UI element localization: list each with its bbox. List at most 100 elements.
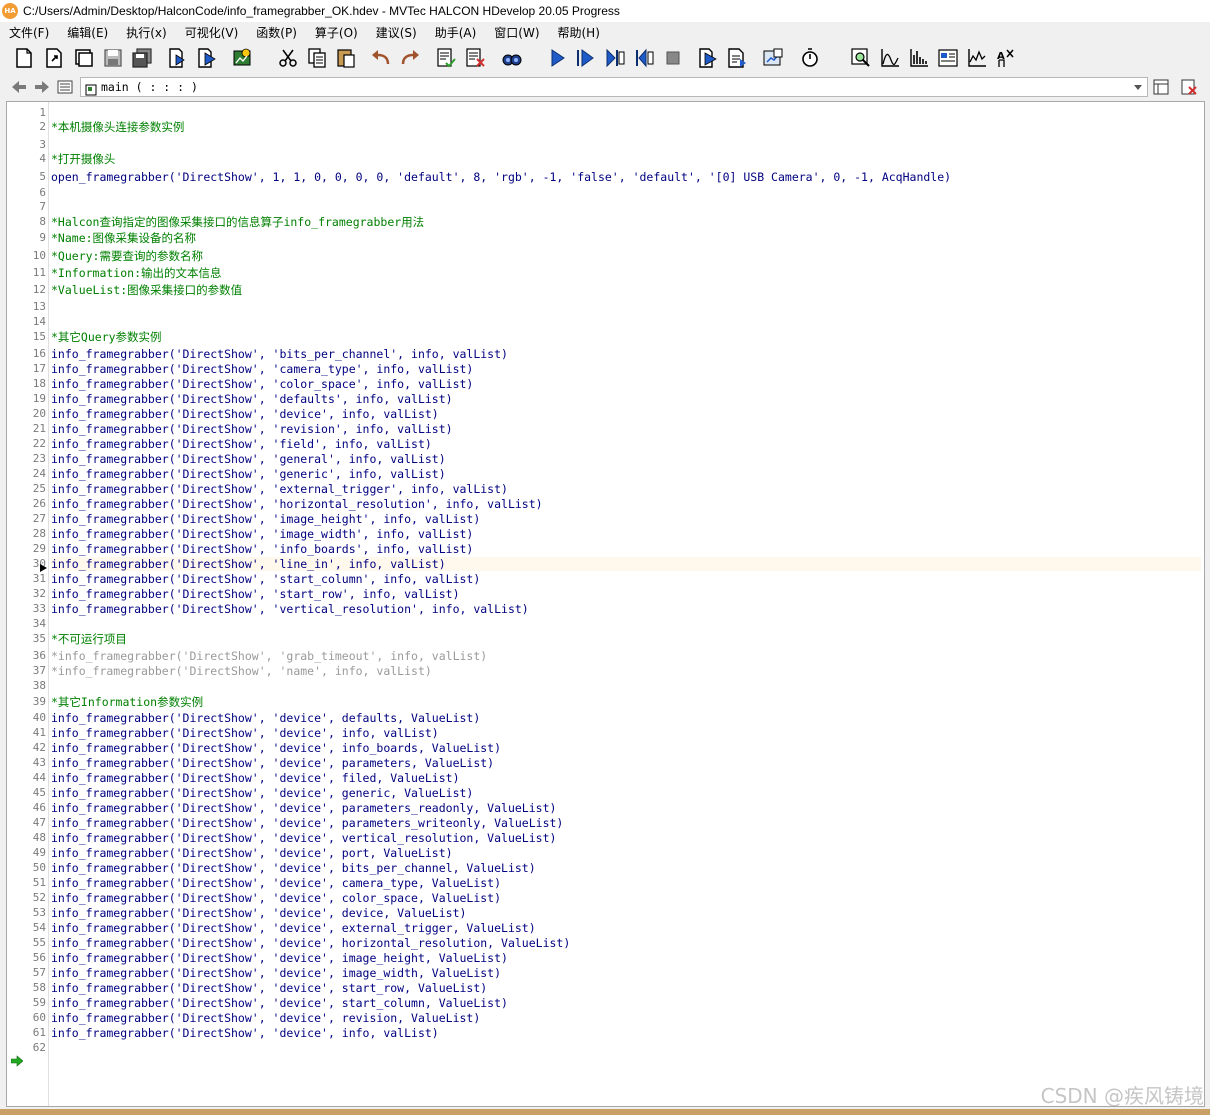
code-line[interactable]: info_framegrabber('DirectShow', 'default… xyxy=(51,392,453,406)
code-line[interactable]: info_framegrabber('DirectShow', 'image_h… xyxy=(51,512,480,526)
code-line[interactable]: info_framegrabber('DirectShow', 'device'… xyxy=(51,771,460,785)
gray-histogram-icon[interactable] xyxy=(878,47,902,69)
code-line[interactable]: info_framegrabber('DirectShow', 'vertica… xyxy=(51,602,529,616)
code-line[interactable]: info_framegrabber('DirectShow', 'device'… xyxy=(51,711,480,725)
code-line[interactable]: info_framegrabber('DirectShow', 'bits_pe… xyxy=(51,347,508,361)
code-line[interactable]: info_framegrabber('DirectShow', 'device'… xyxy=(51,816,563,830)
comment-line[interactable]: *Halcon查询指定的图像采集接口的信息算子info_framegrabber… xyxy=(51,215,424,229)
program-editor[interactable]: 1 2 3 4 5 6 7 8 9 10 11 12 13 14 15 16 17 18 19 20 21 22 23 24 2… xyxy=(6,101,1205,1107)
code-line[interactable]: info_framegrabber('DirectShow', 'device'… xyxy=(51,861,536,875)
code-line[interactable]: info_framegrabber('DirectShow', 'camera_… xyxy=(51,362,473,376)
comment-line[interactable]: *其它Query参数实例 xyxy=(51,330,162,344)
line-profile-icon[interactable] xyxy=(965,47,989,69)
delete-procedure-icon[interactable] xyxy=(1180,78,1198,96)
code-line[interactable]: info_framegrabber('DirectShow', 'device'… xyxy=(51,831,556,845)
new-program-icon[interactable] xyxy=(12,47,36,69)
profiler-icon[interactable] xyxy=(761,47,785,69)
forward-arrow-icon[interactable] xyxy=(33,78,51,96)
import-icon[interactable] xyxy=(195,47,219,69)
code-line[interactable]: info_framegrabber('DirectShow', 'device'… xyxy=(51,936,570,950)
run-script-icon[interactable] xyxy=(230,47,254,69)
menu-suggestions[interactable]: 建议(S) xyxy=(367,24,426,41)
code-line[interactable]: info_framegrabber('DirectShow', 'device'… xyxy=(51,407,439,421)
menu-execute[interactable]: 执行(x) xyxy=(117,24,175,41)
code-line[interactable]: info_framegrabber('DirectShow', 'general… xyxy=(51,452,446,466)
menu-help[interactable]: 帮助(H) xyxy=(549,24,609,41)
code-line[interactable]: info_framegrabber('DirectShow', 'device'… xyxy=(51,951,508,965)
activate-line-icon[interactable] xyxy=(434,47,458,69)
menu-window[interactable]: 窗口(W) xyxy=(485,24,548,41)
copy-icon[interactable] xyxy=(305,47,329,69)
procedure-editor-icon[interactable] xyxy=(1152,78,1170,96)
stopwatch-icon[interactable] xyxy=(798,47,822,69)
comment-line[interactable]: *Query:需要查询的参数名称 xyxy=(51,249,203,263)
find-replace-icon[interactable] xyxy=(500,47,524,69)
comment-line[interactable]: *打开摄像头 xyxy=(51,152,115,166)
code-line[interactable]: info_framegrabber('DirectShow', 'device'… xyxy=(51,996,508,1010)
code-line[interactable]: info_framegrabber('DirectShow', 'device'… xyxy=(51,876,501,890)
code-line[interactable]: info_framegrabber('DirectShow', 'device'… xyxy=(51,756,494,770)
code-line[interactable]: info_framegrabber('DirectShow', 'device'… xyxy=(51,1011,480,1025)
code-line[interactable]: info_framegrabber('DirectShow', 'device'… xyxy=(51,966,501,980)
code-line[interactable]: info_framegrabber('DirectShow', 'device'… xyxy=(51,741,501,755)
feature-inspection-icon[interactable] xyxy=(936,47,960,69)
menu-visualization[interactable]: 可视化(V) xyxy=(176,24,248,41)
feature-histogram-icon[interactable] xyxy=(907,47,931,69)
procedure-selector[interactable]: main ( : : : ) xyxy=(80,77,1148,97)
menu-edit[interactable]: 编辑(E) xyxy=(58,24,117,41)
code-line[interactable]: info_framegrabber('DirectShow', 'device'… xyxy=(51,906,466,920)
save-all-icon[interactable] xyxy=(130,47,154,69)
cut-icon[interactable] xyxy=(276,47,300,69)
run-to-insert-cursor-icon[interactable] xyxy=(573,47,597,69)
code-line[interactable]: info_framegrabber('DirectShow', 'device'… xyxy=(51,726,439,740)
code-line[interactable]: info_framegrabber('DirectShow', 'device'… xyxy=(51,921,536,935)
code-line[interactable]: info_framegrabber('DirectShow', 'device'… xyxy=(51,786,473,800)
program-window-icon[interactable] xyxy=(725,47,749,69)
comment-line[interactable]: *ValueList:图像采集接口的参数值 xyxy=(51,283,242,297)
save-icon[interactable] xyxy=(101,47,125,69)
comment-line[interactable]: *本机摄像头连接参数实例 xyxy=(51,120,184,134)
code-line[interactable]: info_framegrabber('DirectShow', 'horizon… xyxy=(51,497,543,511)
back-arrow-icon[interactable] xyxy=(10,78,28,96)
stop-icon[interactable] xyxy=(661,47,685,69)
open-program-icon[interactable] xyxy=(42,47,66,69)
comment-line[interactable]: *不可运行项目 xyxy=(51,632,127,646)
disabled-code-line[interactable]: *info_framegrabber('DirectShow', 'grab_t… xyxy=(51,649,487,663)
code-line[interactable]: info_framegrabber('DirectShow', 'generic… xyxy=(51,467,446,481)
disabled-code-line[interactable]: *info_framegrabber('DirectShow', 'name',… xyxy=(51,664,432,678)
run-icon[interactable] xyxy=(545,47,569,69)
comment-line[interactable]: *其它Information参数实例 xyxy=(51,695,203,709)
recent-programs-icon[interactable] xyxy=(72,47,96,69)
undo-icon[interactable] xyxy=(369,47,393,69)
code-line[interactable]: info_framegrabber('DirectShow', 'device'… xyxy=(51,801,556,815)
chevron-down-icon[interactable] xyxy=(1133,82,1143,92)
current-code-line[interactable]: info_framegrabber('DirectShow', 'line_in… xyxy=(51,557,1201,571)
redo-icon[interactable] xyxy=(398,47,422,69)
code-line[interactable]: info_framegrabber('DirectShow', 'info_bo… xyxy=(51,542,473,556)
comment-line[interactable]: *Name:图像采集设备的名称 xyxy=(51,231,196,245)
code-line[interactable]: info_framegrabber('DirectShow', 'field',… xyxy=(51,437,432,451)
zoom-window-icon[interactable] xyxy=(849,47,873,69)
code-line[interactable]: info_framegrabber('DirectShow', 'device'… xyxy=(51,891,501,905)
procedure-list-icon[interactable] xyxy=(56,78,74,96)
code-line[interactable]: info_framegrabber('DirectShow', 'image_w… xyxy=(51,527,473,541)
menu-assistants[interactable]: 助手(A) xyxy=(426,24,486,41)
code-line[interactable]: info_framegrabber('DirectShow', 'device'… xyxy=(51,846,453,860)
ocr-assistant-icon[interactable]: A xyxy=(994,47,1018,69)
code-line[interactable]: open_framegrabber('DirectShow', 1, 1, 0,… xyxy=(51,170,951,184)
code-line[interactable]: info_framegrabber('DirectShow', 'color_s… xyxy=(51,377,473,391)
reset-program-icon[interactable] xyxy=(696,47,720,69)
step-into-icon[interactable] xyxy=(632,47,656,69)
code-line[interactable]: info_framegrabber('DirectShow', 'device'… xyxy=(51,981,487,995)
paste-icon[interactable] xyxy=(334,47,358,69)
menu-procedures[interactable]: 函数(P) xyxy=(247,24,306,41)
code-line[interactable]: info_framegrabber('DirectShow', 'revisio… xyxy=(51,422,453,436)
code-line[interactable]: info_framegrabber('DirectShow', 'start_r… xyxy=(51,587,460,601)
menu-file[interactable]: 文件(F) xyxy=(0,24,58,41)
menu-operators[interactable]: 算子(O) xyxy=(306,24,367,41)
code-line[interactable]: info_framegrabber('DirectShow', 'start_c… xyxy=(51,572,480,586)
step-over-icon[interactable] xyxy=(603,47,627,69)
deactivate-line-icon[interactable] xyxy=(463,47,487,69)
code-line[interactable]: info_framegrabber('DirectShow', 'externa… xyxy=(51,482,508,496)
export-icon[interactable] xyxy=(166,47,190,69)
